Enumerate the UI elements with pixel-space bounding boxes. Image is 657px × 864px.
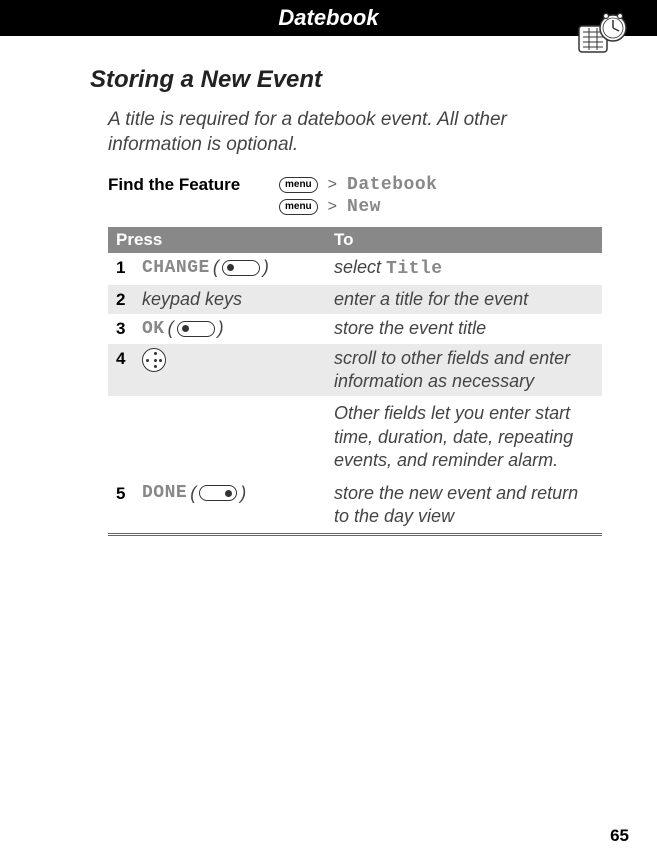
th-press: Press bbox=[116, 230, 334, 250]
softkey-left-icon bbox=[222, 260, 260, 276]
header-bar: Datebook bbox=[0, 0, 657, 36]
table-end-rule bbox=[108, 533, 602, 536]
press-cell: CHANGE () bbox=[142, 256, 334, 278]
menu-button-icon: menu bbox=[279, 199, 318, 215]
nav-circle-icon bbox=[142, 348, 166, 372]
chevron-icon: > bbox=[328, 176, 337, 194]
step-num: 4 bbox=[116, 347, 142, 369]
to-cell: enter a title for the event bbox=[334, 288, 594, 311]
page-number: 65 bbox=[610, 826, 629, 846]
th-to: To bbox=[334, 230, 594, 250]
to-cell: scroll to other fields and enter informa… bbox=[334, 347, 594, 394]
table-row: 1 CHANGE () select Title bbox=[108, 253, 602, 284]
press-label: OK bbox=[142, 319, 165, 339]
steps-table: Press To 1 CHANGE () select Title 2 keyp… bbox=[108, 227, 602, 536]
section-heading: Storing a New Event bbox=[90, 66, 602, 94]
table-row: 5 DONE () store the new event and return… bbox=[108, 479, 602, 532]
step-num: 3 bbox=[116, 317, 142, 339]
table-row: 4 scroll to other fields and enter infor… bbox=[108, 344, 602, 397]
datebook-clock-icon bbox=[573, 8, 633, 58]
header-title: Datebook bbox=[0, 0, 657, 36]
press-cell: keypad keys bbox=[142, 288, 334, 310]
press-cell: OK () bbox=[142, 317, 334, 339]
table-header: Press To bbox=[108, 227, 602, 253]
softkey-left-icon bbox=[177, 321, 215, 337]
path-datebook: Datebook bbox=[347, 175, 437, 195]
path-new: New bbox=[347, 197, 381, 217]
to-cell: store the new event and return to the da… bbox=[334, 482, 594, 529]
menu-button-icon: menu bbox=[279, 177, 318, 193]
content-area: Storing a New Event A title is required … bbox=[0, 48, 657, 536]
step-num: 1 bbox=[116, 256, 142, 278]
step-num: 5 bbox=[116, 482, 142, 504]
to-cell: select Title bbox=[334, 256, 594, 281]
table-row: 2 keypad keys enter a title for the even… bbox=[108, 285, 602, 314]
feature-row-2: menu > New bbox=[108, 197, 602, 217]
table-row: 3 OK () store the event title bbox=[108, 314, 602, 343]
intro-text: A title is required for a datebook event… bbox=[108, 108, 602, 157]
feature-row-1: Find the Feature menu > Datebook bbox=[108, 175, 602, 195]
chevron-icon: > bbox=[328, 198, 337, 216]
to-cell: store the event title bbox=[334, 317, 594, 340]
press-cell: DONE () bbox=[142, 482, 334, 504]
extra-note: Other fields let you enter start time, d… bbox=[108, 402, 602, 472]
press-label: DONE bbox=[142, 483, 187, 503]
press-label: CHANGE bbox=[142, 258, 210, 278]
feature-label: Find the Feature bbox=[108, 175, 273, 195]
softkey-right-icon bbox=[199, 485, 237, 501]
press-cell bbox=[142, 347, 334, 372]
step-num: 2 bbox=[116, 288, 142, 310]
